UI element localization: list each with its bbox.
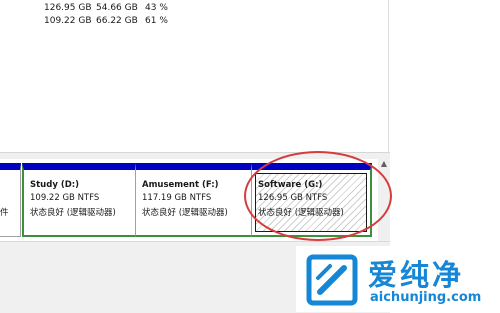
partition-status: 状态良好 (逻辑驱动器) [142, 208, 228, 218]
capacity-cell: 126.95 GB [44, 3, 92, 13]
partition-name: Study (D:) [30, 180, 80, 190]
partition-amusement-f[interactable]: Amusement (F:) 117.19 GB NTFS 状态良好 (逻辑驱动… [136, 163, 252, 237]
free-space-cell: 54.66 GB [96, 3, 138, 13]
partition-name: Software (G:) [258, 180, 323, 190]
watermark-url-text: aichunjing.com [370, 290, 482, 305]
percent-free-cell: 43 % [145, 3, 168, 13]
aichunjing-logo-icon [306, 254, 358, 306]
partition-software-g[interactable]: Software (G:) 126.95 GB NTFS 状态良好 (逻辑驱动器… [252, 163, 372, 237]
partition-status: 状态良好 (逻辑驱动器) [30, 208, 116, 218]
watermark: 爱纯净 aichunjing.com [296, 246, 500, 312]
partition-previous[interactable]: 件 [0, 163, 21, 237]
partition-name: Amusement (F:) [142, 180, 219, 190]
volume-list: 126.95 GB 54.66 GB 43 % 109.22 GB 66.22 … [0, 0, 388, 152]
scroll-up-icon[interactable]: ▲ [380, 159, 388, 169]
partition-size: 117.19 GB NTFS [142, 193, 212, 203]
list-divider [388, 0, 389, 152]
percent-free-cell: 61 % [145, 16, 168, 26]
watermark-cn-text: 爱纯净 [368, 258, 465, 292]
vertical-scrollbar[interactable]: ▲ [378, 159, 390, 241]
partition-size: 109.22 GB NTFS [30, 193, 100, 203]
free-space-cell: 66.22 GB [96, 16, 138, 26]
partition-status: 状态良好 (逻辑驱动器) [258, 208, 344, 218]
partition-study-d[interactable]: Study (D:) 109.22 GB NTFS 状态良好 (逻辑驱动器) [22, 163, 136, 237]
capacity-cell: 109.22 GB [44, 16, 92, 26]
partition-status-fragment: 件 [0, 208, 9, 218]
partition-size: 126.95 GB NTFS [258, 193, 328, 203]
